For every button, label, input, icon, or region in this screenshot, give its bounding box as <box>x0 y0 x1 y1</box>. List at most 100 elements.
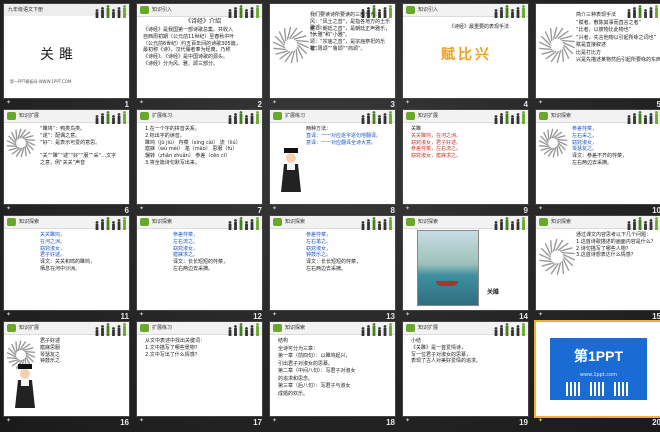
slide-text-line: 小结 <box>411 338 422 344</box>
header-leaf-icon <box>539 112 548 120</box>
header-leaf-icon <box>140 324 149 332</box>
slide-text-line: 参差荇菜， <box>306 232 332 238</box>
slide-thumbnail[interactable]: 扩展练习 从文中表述中找出关键词： 1.文中描写了哪些景物？ 2.文中写出了什么情感？ <box>137 322 262 416</box>
header-title: 知识探索 <box>19 219 40 225</box>
scholar-figure-icon <box>15 364 35 408</box>
slide-text-line: 从文中表述中找出关键词： <box>145 338 206 344</box>
slide-number: 14 <box>519 312 528 321</box>
slide-number: 9 <box>523 206 528 215</box>
people-silhouette-icon <box>95 5 126 18</box>
slide-text-line: 比是打比方 <box>576 49 602 56</box>
slide-thumbnail[interactable]: 知识扩展 关雎 关关雎鸠，在河之洲。 窈窕淑女，君子好逑。 参差荇菜，左右流之。 窈窕淑女… <box>403 110 528 204</box>
slide-text-line: 全诗可分为三章： <box>278 345 319 352</box>
slide-text-line: “好”：是表示可爱的意思。 <box>40 139 101 146</box>
people-silhouette-icon <box>361 111 392 124</box>
header-leaf-icon <box>539 218 548 226</box>
header-title: 知识探索 <box>152 219 173 225</box>
slide-transition-icon: ✦ <box>139 417 145 424</box>
header-title: 知识探索 <box>418 219 439 225</box>
slide-text-line: 译文：关关和鸣的雎鸠， <box>40 259 96 266</box>
slide-text-line: 引出君子对淑女的思慕。 <box>278 360 334 367</box>
slide-thumbnail[interactable]: 知识探索 参差荇菜， 左右采之。 窈窕淑女， 琴瑟友之。 译文：参差不齐的荇菜， 左右两边去… <box>536 110 660 204</box>
slide-thumbnail[interactable]: 知识探索 关雎 <box>403 216 528 310</box>
slide-thumbnail[interactable]: 知识扩展 君子好逑 寤寐思服 琴瑟友之 钟鼓乐之 <box>4 322 129 416</box>
slide-number: 16 <box>120 418 129 427</box>
slide-thumbnail[interactable]: 知识引入 《诗经》介绍 《诗经》是我国第一部诗歌总集。共收入 自西周初期（公元前11世… <box>137 4 262 98</box>
slide-thumbnail[interactable]: 知识引入 《诗经》最重要的表现手法 赋比兴 <box>403 4 528 98</box>
slide-text-line: 第三章（后八句）：写君子与淑女 <box>278 383 351 389</box>
slide-text-line: “雎鸠”：鸭类鸟类。 <box>40 126 86 132</box>
slide-text-line: 寤寐（wù mèi） 芼（mào） 思服（fú） <box>145 146 238 153</box>
people-silhouette-icon <box>228 217 259 230</box>
slide-transition-icon: ✦ <box>6 417 12 424</box>
slide-text-line: 参差荇菜， <box>572 126 598 132</box>
boat-icon <box>436 281 458 286</box>
slide-thumbnail[interactable]: 知识扩展 “雎鸠”：鸭类鸟类。 “逑”：配偶之意。 “好”：是表示可爱的意思。 “关”“… <box>4 110 129 204</box>
header-title: 知识引入 <box>152 7 173 13</box>
slide-transition-icon: ✦ <box>272 99 278 106</box>
slide-text-line: 辗转（zhǎn zhuǎn） 参差（cēn cī） <box>145 153 231 160</box>
slide-text-line: 左右流之。 <box>173 238 199 245</box>
slide-text-line: 《诗经》是我国第一部诗歌总集。共收入 <box>143 27 234 33</box>
slide-thumbnail[interactable]: 简介三种表现手法 “赋者，敷陈其事而直言之者” “比者，以彼物比此物也” “兴者，先言… <box>536 4 660 98</box>
slide-thumbnail[interactable]: 知识探索 结构 全诗可分为三章： 第一章（前四句）：以雎鸠起兴， 引出君子对淑女的思慕。… <box>270 322 395 416</box>
slide-text-line: 《诗经》分为风、雅、颂三部分。 <box>143 61 219 67</box>
header-title: 知识探索 <box>285 325 306 331</box>
slide-thumbnail[interactable]: 知识探索 参差荇菜， 左右芼之。 窈窕淑女， 钟鼓乐之。 译文：长长短短的荇菜， 左右两边去… <box>270 216 395 310</box>
slide-text-line: 关雎 <box>411 126 422 132</box>
slide-thumbnail[interactable]: 知识探索 通过课文内容思考以下几个问题： 1.这首诗歌描述的画面内容是什么？ 2.诗句… <box>536 216 660 310</box>
spiral-decoration-icon <box>273 26 309 64</box>
slide-text-line: 琴瑟友之。 <box>572 146 598 153</box>
people-silhouette-icon <box>228 111 259 124</box>
slide-text-line: 译文：参差不齐的荇菜， <box>572 153 628 160</box>
header-leaf-icon <box>273 218 282 226</box>
spiral-decoration-icon <box>538 128 568 158</box>
slide-transition-icon: ✦ <box>272 417 278 424</box>
slide-text-line: 寤寐思服 <box>40 344 61 351</box>
header-title: 知识探索 <box>551 219 572 225</box>
slide-transition-icon: ✦ <box>405 417 411 424</box>
slide-transition-icon: ✦ <box>6 205 12 212</box>
header-title: 扩展练习 <box>152 113 173 119</box>
slide-transition-icon: ✦ <box>272 205 278 212</box>
people-silhouette-icon <box>494 217 525 230</box>
slide-text-line: 钟鼓乐之 <box>40 358 61 365</box>
brand-text: 第1PPT <box>573 348 623 364</box>
slide-text-line: “兴者，先言他物以引起所咏之词也” <box>576 34 657 41</box>
slide-text-line: 1.在一个字的拼音关系。 <box>145 126 200 132</box>
header-leaf-icon <box>273 324 282 332</box>
slide-thumbnail[interactable]: 知识探索 参差荇菜， 左右流之。 窈窕淑女， 寤寐求之。 译文：长长短短的荇菜， 左右两边去… <box>137 216 262 310</box>
people-silhouette-icon <box>95 217 126 230</box>
slide-thumbnail[interactable]: 扩展练习 两种方法： 直译：一一对应逐字逐句地翻译。 意译：一一对应翻译全诗大意。 <box>270 110 395 204</box>
header-title: 知识扩展 <box>19 113 40 119</box>
slide-text-line: 1.文中描写了哪些景物？ <box>145 344 200 351</box>
slide-text-line: 参差荇菜，左右流之。 <box>411 146 462 153</box>
header-title: 知识探索 <box>285 219 306 225</box>
slide-thumbnail[interactable]: 九年级语文下册 关雎 第一PPT模板网-WWW.1PPT.COM <box>4 4 129 98</box>
slide-text-line: 1.这首诗歌描述的画面内容是什么？ <box>576 238 656 245</box>
slide-thumbnail[interactable]: 扩展练习 1.在一个字的拼音关系。 2.标出字的读音。 雎鸠（jū jiū） 荇菜（x… <box>137 110 262 204</box>
slide-text-line: 的追求和思念。 <box>278 375 314 382</box>
slide-text-line: 寤寐求之。 <box>173 252 199 259</box>
slide-text-line: “逑”：配偶之意。 <box>40 132 81 139</box>
slide-subtitle: 《诗经》最重要的表现手法 <box>449 24 510 30</box>
slide-thumbnail[interactable]: 知识探索 关关雎鸠， 在河之洲。 窈窕淑女， 君子好逑。 译文：关关和鸣的雎鸠， 栖息在河中… <box>4 216 129 310</box>
slide-text-line: 通过课文内容思考以下几个问题： <box>576 232 652 238</box>
slide-text-line: 意译：一一对应翻译全诗大意。 <box>306 139 377 146</box>
header-leaf-icon <box>273 112 282 120</box>
slide-subtitle: 第一PPT模板网-WWW.1PPT.COM <box>10 79 72 84</box>
header-leaf-icon <box>7 112 16 120</box>
slide-text-line: 3.这首诗想表达什么情感？ <box>576 252 636 259</box>
slide-transition-icon: ✦ <box>6 99 12 106</box>
people-silhouette-icon <box>627 111 658 124</box>
slide-number: 5 <box>656 100 660 109</box>
slide-transition-icon: ✦ <box>405 311 411 318</box>
slide-number: 17 <box>253 418 262 427</box>
brand-subtitle: www.1ppt.com <box>579 372 618 378</box>
slide-thumbnail[interactable]: 我们要读诗所要读的三部分为： 风：“风土之音”，是指各地方的土乐歌谣。 雅：“朝廷之… <box>270 4 395 98</box>
slide-thumbnail[interactable]: 第1PPT www.1ppt.com <box>536 322 660 416</box>
people-silhouette-icon <box>95 111 126 124</box>
slide-text-line: 左右两边去采摘。 <box>306 266 347 272</box>
slide-thumbnail[interactable]: 知识扩展 小结 《关雎》是一首爱情诗， 写一位君子对淑女的思慕， 表现了古人对美好爱情的… <box>403 322 528 416</box>
qr-code-icon <box>566 382 580 396</box>
